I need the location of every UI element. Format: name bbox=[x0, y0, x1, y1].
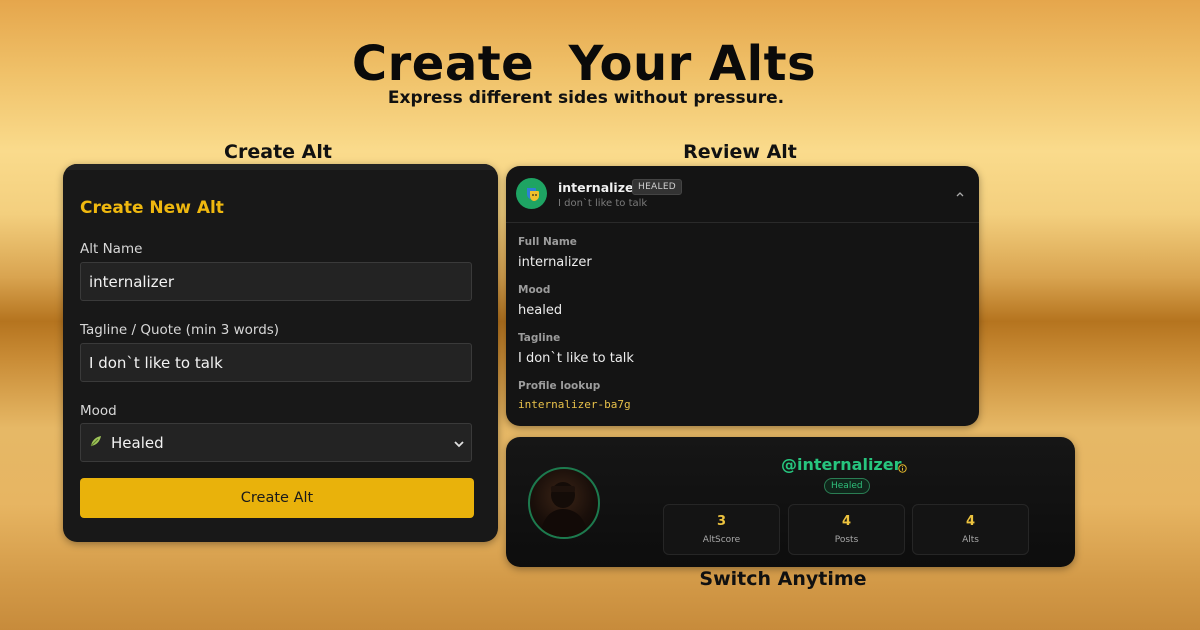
stat-card-alts[interactable]: 4 Alts bbox=[912, 504, 1029, 555]
status-badge: HEALED bbox=[632, 179, 683, 195]
field-label-full-name: Full Name bbox=[518, 236, 577, 248]
stat-value: 3 bbox=[716, 514, 727, 529]
hero-subtitle: Express different sides without pressure… bbox=[387, 88, 785, 108]
create-alt-panel: Create New Alt Alt Name internalizer Tag… bbox=[63, 164, 498, 542]
stat-card-altscore[interactable]: 3 AltScore bbox=[663, 504, 780, 555]
create-alt-button[interactable]: Create Alt bbox=[80, 478, 474, 518]
avatar[interactable] bbox=[528, 467, 600, 539]
section-label-switch: Switch Anytime bbox=[699, 568, 867, 590]
panel-top-strip bbox=[63, 164, 498, 170]
review-tagline-preview: I don`t like to talk bbox=[558, 198, 648, 209]
stat-label: Alts bbox=[962, 535, 979, 545]
mood-label: Mood bbox=[80, 403, 117, 419]
tagline-input[interactable]: I don`t like to talk bbox=[80, 343, 472, 382]
stat-label: AltScore bbox=[702, 535, 741, 545]
stat-label: Posts bbox=[834, 535, 859, 545]
chevron-up-icon[interactable] bbox=[955, 184, 965, 197]
tagline-label: Tagline / Quote (min 3 words) bbox=[80, 322, 280, 338]
profile-card: @internalizer Healed 3 AltScore 4 Posts … bbox=[506, 437, 1075, 567]
mood-badge: Healed bbox=[824, 478, 870, 494]
create-form-heading: Create New Alt bbox=[80, 198, 224, 218]
review-alt-panel: internalizer HEALED I don`t like to talk… bbox=[506, 166, 979, 426]
field-value-tagline: I don`t like to talk bbox=[518, 351, 634, 366]
field-value-mood: healed bbox=[518, 303, 563, 318]
alt-name-value: internalizer bbox=[89, 272, 174, 291]
mood-select-value: Healed bbox=[111, 433, 164, 452]
field-label-tagline: Tagline bbox=[518, 332, 561, 344]
review-alt-name: internalizer bbox=[558, 180, 640, 195]
section-label-create: Create Alt bbox=[224, 141, 332, 163]
chevron-down-icon bbox=[453, 436, 465, 448]
stat-value: 4 bbox=[965, 514, 976, 529]
info-icon[interactable] bbox=[898, 458, 907, 473]
alt-name-input[interactable]: internalizer bbox=[80, 262, 472, 301]
mood-select[interactable]: Healed bbox=[80, 423, 472, 462]
field-value-full-name: internalizer bbox=[518, 255, 592, 270]
field-label-profile-lookup: Profile lookup bbox=[518, 380, 601, 392]
review-header[interactable]: internalizer HEALED I don`t like to talk bbox=[506, 166, 979, 223]
field-value-profile-lookup[interactable]: internalizer-ba7g bbox=[518, 398, 631, 411]
stat-value: 4 bbox=[841, 514, 852, 529]
profile-handle: @internalizer bbox=[781, 455, 902, 474]
leaf-icon bbox=[89, 434, 103, 452]
field-label-mood: Mood bbox=[518, 284, 551, 296]
alt-name-label: Alt Name bbox=[80, 241, 143, 257]
tagline-value: I don`t like to talk bbox=[89, 353, 223, 372]
alt-avatar-icon bbox=[516, 178, 547, 209]
hero-title: Create Your Alts bbox=[351, 36, 817, 92]
stat-card-posts[interactable]: 4 Posts bbox=[788, 504, 905, 555]
section-label-review: Review Alt bbox=[683, 141, 797, 163]
